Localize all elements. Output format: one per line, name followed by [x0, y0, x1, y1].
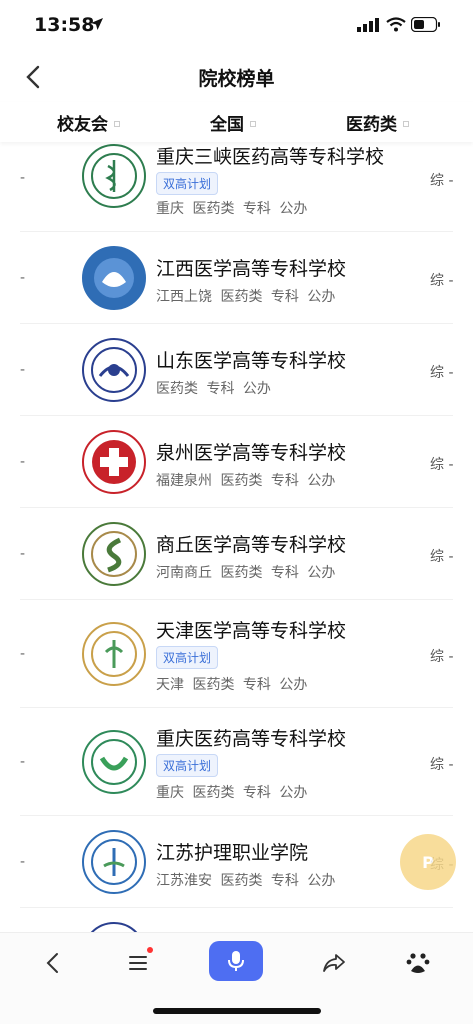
- school-meta: 医药类 专科 公办: [156, 381, 271, 397]
- school-name: 江西医学高等专科学校: [156, 258, 347, 280]
- rank-change: -: [20, 646, 26, 662]
- school-meta: 重庆 医药类 专科 公办: [156, 201, 308, 217]
- school-logo: [82, 522, 146, 586]
- baidu-paw-icon: [406, 953, 430, 973]
- dropdown-icon: [250, 120, 256, 127]
- school-logo: [82, 730, 146, 794]
- school-logo: [82, 338, 146, 402]
- rank-change: -: [20, 854, 26, 870]
- school-meta: 江西上饶 医药类 专科 公办: [156, 289, 336, 305]
- battery-icon: [411, 17, 440, 32]
- school-logo: [82, 922, 146, 932]
- school-name: 商丘医学高等专科学校: [156, 534, 347, 556]
- school-logo: [82, 430, 146, 494]
- page-title: 院校榜单: [198, 68, 275, 90]
- rank-value: 综 -: [430, 273, 454, 289]
- filter-ranking-source[interactable]: 校友会: [57, 110, 120, 135]
- school-logo: [82, 246, 146, 310]
- rank-value: 综 -: [430, 365, 454, 381]
- rank-change: -: [20, 754, 26, 770]
- filter-region[interactable]: 全国: [210, 110, 256, 135]
- back-button[interactable]: [36, 945, 72, 981]
- menu-icon: [129, 956, 147, 970]
- status-bar: 13:58: [0, 0, 473, 50]
- share-icon: [323, 954, 345, 972]
- tag-badge: 双高计划: [156, 646, 219, 669]
- rank-change: -: [20, 454, 26, 470]
- floating-assistant-button[interactable]: P: [400, 834, 456, 890]
- home-indicator: [153, 1008, 321, 1014]
- school-meta: 江苏淮安 医药类 专科 公办: [156, 873, 336, 889]
- school-meta: 重庆 医药类 专科 公办: [156, 785, 308, 801]
- school-meta: 河南商丘 医药类 专科 公办: [156, 565, 336, 581]
- status-time: 13:58: [34, 14, 95, 36]
- rank-change: -: [20, 362, 26, 378]
- tag-badge: 双高计划: [156, 754, 219, 777]
- filter-bar: 校友会 全国 医药类: [0, 102, 473, 142]
- location-arrow-icon: [91, 18, 103, 30]
- nav-bar: 院校榜单: [0, 52, 473, 102]
- list-item[interactable]: - 泉州医学高等专科学校 福建泉州 医药类 专科 公办 综 -: [0, 416, 473, 508]
- school-meta: 福建泉州 医药类 专科 公办: [156, 473, 336, 489]
- rank-change: -: [20, 546, 26, 562]
- microphone-icon: [228, 951, 244, 971]
- filter-category[interactable]: 医药类: [346, 110, 409, 135]
- list-item[interactable]: - 天津医学高等专科学校 双高计划 天津 医药类 专科 公办 综 -: [0, 600, 473, 708]
- rank-change: -: [20, 170, 26, 186]
- dropdown-icon: [403, 120, 409, 127]
- notification-dot: [147, 947, 153, 953]
- rank-value: 综 -: [430, 649, 454, 665]
- signal-icon: [357, 18, 379, 32]
- school-name: 重庆医药高等专科学校: [156, 728, 347, 750]
- list-item[interactable]: - 商丘医学高等专科学校 河南商丘 医药类 专科 公办 综 -: [0, 508, 473, 600]
- school-logo: [82, 622, 146, 686]
- dropdown-icon: [114, 120, 120, 127]
- list-item[interactable]: - 重庆医药高等专科学校 双高计划 重庆 医药类 专科 公办 综 -: [0, 708, 473, 816]
- school-name: 重庆三峡医药高等专科学校: [156, 146, 385, 168]
- school-name: 泉州医学高等专科学校: [156, 442, 347, 464]
- list-item[interactable]: - 山东医学高等专科学校 医药类 专科 公办 综 -: [0, 324, 473, 416]
- list-item[interactable]: - 重庆三峡医药高等专科学校 双高计划 重庆 医药类 专科 公办 综 -: [0, 142, 473, 232]
- filter-label: 医药类: [346, 115, 397, 135]
- school-name: 山东医学高等专科学校: [156, 350, 347, 372]
- rank-change: -: [20, 270, 26, 286]
- filter-label: 校友会: [57, 115, 108, 135]
- list-item[interactable]: - 江西医学高等专科学校 江西上饶 医药类 专科 公办 综 -: [0, 232, 473, 324]
- rank-value: 综 -: [430, 173, 454, 189]
- school-name: 天津医学高等专科学校: [156, 620, 347, 642]
- voice-button[interactable]: [209, 941, 263, 981]
- school-logo: [82, 830, 146, 894]
- rank-value: 综 -: [430, 549, 454, 565]
- menu-button[interactable]: [121, 945, 157, 981]
- share-button[interactable]: [316, 945, 352, 981]
- school-list: - 重庆三峡医药高等专科学校 双高计划 重庆 医药类 专科 公办 综 - - 江…: [0, 142, 473, 932]
- school-name: 江苏护理职业学院: [156, 842, 309, 864]
- school-logo: [82, 144, 146, 208]
- wifi-icon: [386, 17, 406, 32]
- tag-badge: 双高计划: [156, 172, 219, 195]
- school-meta: 天津 医药类 专科 公办: [156, 677, 308, 693]
- floating-badge-label: P: [422, 852, 434, 872]
- chevron-left-icon: [46, 953, 58, 973]
- rank-value: 综 -: [430, 457, 454, 473]
- list-item[interactable]: [0, 908, 473, 932]
- baidu-button[interactable]: [400, 945, 436, 981]
- rank-value: 综 -: [430, 757, 454, 773]
- filter-label: 全国: [210, 115, 244, 135]
